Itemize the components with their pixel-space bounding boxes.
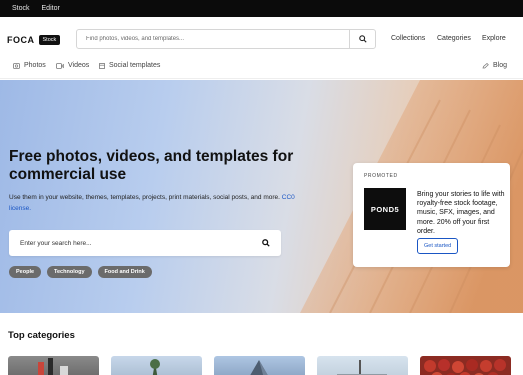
hero-search-bar bbox=[9, 230, 281, 256]
pond5-logo[interactable]: POND5 bbox=[364, 188, 406, 230]
category-image bbox=[150, 359, 160, 375]
nav-explore[interactable]: Explore bbox=[482, 35, 506, 42]
topbar-link-stock[interactable]: Stock bbox=[12, 5, 30, 12]
category-thumbnail[interactable] bbox=[420, 356, 511, 375]
category-image bbox=[424, 359, 506, 375]
topbar-link-editor[interactable]: Editor bbox=[42, 5, 60, 12]
top-categories-title: Top categories bbox=[8, 330, 75, 341]
category-image bbox=[337, 360, 387, 375]
search-button[interactable] bbox=[349, 30, 375, 48]
search-icon bbox=[262, 239, 270, 247]
nav-collections[interactable]: Collections bbox=[391, 35, 425, 42]
logo-badge: Stock bbox=[38, 35, 61, 45]
search-icon bbox=[358, 35, 367, 43]
hero-title: Free photos, videos, and templates for c… bbox=[9, 148, 294, 183]
get-started-button[interactable]: Get started bbox=[417, 238, 459, 254]
subnav-photos-label: Photos bbox=[24, 62, 46, 69]
tag-food-and-drink[interactable]: Food and Drink bbox=[97, 266, 152, 278]
promoted-label: PROMOTED bbox=[364, 173, 398, 179]
video-icon bbox=[56, 62, 64, 69]
subnav-blog-label: Blog bbox=[493, 62, 508, 69]
logo-text: FOCA bbox=[7, 35, 35, 45]
photo-icon bbox=[13, 62, 20, 69]
search-bar bbox=[76, 29, 376, 49]
category-image bbox=[38, 358, 68, 375]
search-input[interactable] bbox=[77, 30, 349, 48]
tag-people[interactable]: People bbox=[9, 266, 42, 278]
tag-list: People Technology Food and Drink bbox=[9, 266, 152, 278]
hero-subtitle: Use them in your website, themes, templa… bbox=[9, 192, 309, 214]
logo[interactable]: FOCA Stock bbox=[7, 35, 61, 45]
hero-search-input[interactable] bbox=[9, 230, 251, 256]
hero-section: Free photos, videos, and templates for c… bbox=[0, 80, 523, 313]
category-thumbnail[interactable] bbox=[8, 356, 99, 375]
category-thumbnail[interactable] bbox=[111, 356, 202, 375]
tag-technology[interactable]: Technology bbox=[47, 266, 92, 278]
nav-categories[interactable]: Categories bbox=[437, 35, 471, 42]
subnav-videos[interactable]: Videos bbox=[56, 62, 89, 69]
category-image bbox=[250, 360, 268, 375]
blog-icon bbox=[482, 62, 489, 68]
subnav-videos-label: Videos bbox=[68, 62, 90, 69]
hero-search-button[interactable] bbox=[251, 230, 281, 256]
pond5-logo-text: POND5 bbox=[370, 204, 400, 214]
subnav-social-templates[interactable]: Social templates bbox=[99, 62, 160, 69]
template-icon bbox=[99, 62, 105, 69]
hero-subtitle-text: Use them in your website, themes, templa… bbox=[9, 194, 280, 201]
subnav-blog[interactable]: Blog bbox=[482, 62, 507, 69]
promoted-card: PROMOTED POND5 Bring your stories to lif… bbox=[353, 163, 510, 267]
subnav-social-templates-label: Social templates bbox=[109, 62, 161, 69]
top-bar: Stock Editor bbox=[0, 0, 523, 17]
subnav-photos[interactable]: Photos bbox=[13, 62, 46, 69]
header: FOCA Stock Collections Categories Explor… bbox=[0, 17, 523, 59]
promo-text: Bring your stories to life with royalty-… bbox=[417, 191, 505, 235]
sub-navigation: Photos Videos Social templates Blog bbox=[0, 59, 523, 79]
category-thumbnail[interactable] bbox=[317, 356, 408, 375]
category-thumbnail[interactable] bbox=[214, 356, 305, 375]
